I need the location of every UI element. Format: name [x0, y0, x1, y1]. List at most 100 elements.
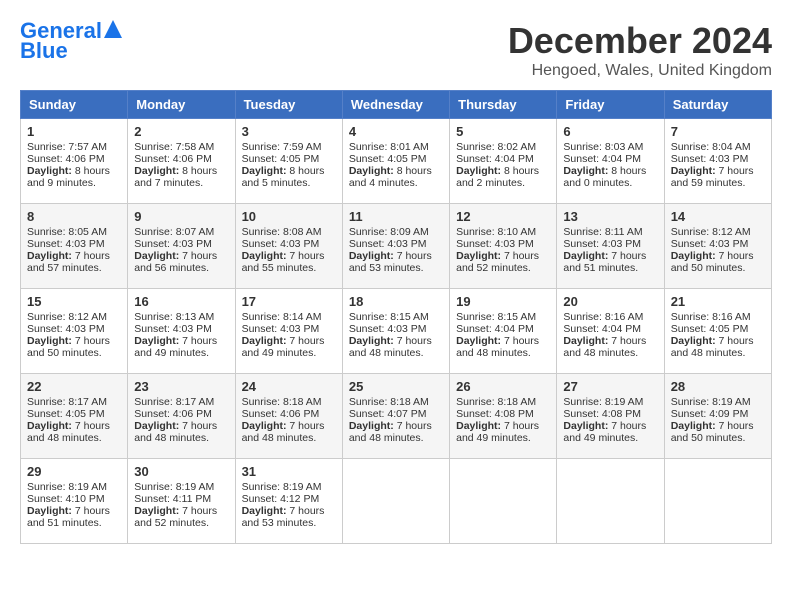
day-info-line: Sunset: 4:04 PM — [456, 323, 550, 335]
day-number: 16 — [134, 294, 228, 309]
daylight-label: Daylight: — [134, 420, 182, 432]
calendar-cell: 7Sunrise: 8:04 AMSunset: 4:03 PMDaylight… — [664, 119, 771, 204]
calendar-week-row: 8Sunrise: 8:05 AMSunset: 4:03 PMDaylight… — [21, 204, 772, 289]
day-number: 22 — [27, 379, 121, 394]
day-number: 14 — [671, 209, 765, 224]
day-info-line: Daylight: 7 hours and 48 minutes. — [27, 420, 121, 444]
day-info-line: Sunset: 4:03 PM — [27, 238, 121, 250]
day-number: 17 — [242, 294, 336, 309]
day-info-line: Daylight: 7 hours and 52 minutes. — [456, 250, 550, 274]
calendar-cell: 29Sunrise: 8:19 AMSunset: 4:10 PMDayligh… — [21, 459, 128, 544]
day-info-line: Sunset: 4:04 PM — [456, 153, 550, 165]
day-info-line: Daylight: 7 hours and 53 minutes. — [349, 250, 443, 274]
day-info-line: Sunset: 4:04 PM — [563, 323, 657, 335]
day-info-line: Sunrise: 8:16 AM — [671, 311, 765, 323]
day-number: 4 — [349, 124, 443, 139]
day-number: 12 — [456, 209, 550, 224]
day-info-line: Sunrise: 8:18 AM — [349, 396, 443, 408]
day-info-line: Daylight: 7 hours and 49 minutes. — [563, 420, 657, 444]
day-info-line: Sunset: 4:12 PM — [242, 493, 336, 505]
day-info-line: Sunrise: 8:12 AM — [27, 311, 121, 323]
day-info-line: Sunrise: 8:18 AM — [456, 396, 550, 408]
logo: General Blue — [20, 20, 122, 64]
calendar-cell: 3 Sunrise: 7:59 AMSunset: 4:05 PMDaylight… — [235, 119, 342, 204]
day-info-line: Sunrise: 8:19 AM — [27, 481, 121, 493]
day-number: 3 — [242, 124, 336, 139]
daylight-label: Daylight: — [671, 250, 719, 262]
calendar-cell: 23Sunrise: 8:17 AMSunset: 4:06 PMDayligh… — [128, 374, 235, 459]
calendar-cell: 27Sunrise: 8:19 AMSunset: 4:08 PMDayligh… — [557, 374, 664, 459]
day-info-line: Sunrise: 8:17 AM — [134, 396, 228, 408]
daylight-label: Daylight: — [134, 165, 182, 177]
day-number: 25 — [349, 379, 443, 394]
day-info-line: Daylight: 7 hours and 48 minutes. — [671, 335, 765, 359]
calendar-week-row: 15Sunrise: 8:12 AMSunset: 4:03 PMDayligh… — [21, 289, 772, 374]
day-info-line: Sunrise: 8:17 AM — [27, 396, 121, 408]
day-info-line: Sunrise: 8:13 AM — [134, 311, 228, 323]
day-info-line: Daylight: 7 hours and 55 minutes. — [242, 250, 336, 274]
day-info-line: Sunset: 4:03 PM — [671, 238, 765, 250]
calendar-cell: 17Sunrise: 8:14 AMSunset: 4:03 PMDayligh… — [235, 289, 342, 374]
day-info-line: Sunset: 4:10 PM — [27, 493, 121, 505]
calendar-cell: 16 Sunrise: 8:13 AMSunset: 4:03 PMDayligh… — [128, 289, 235, 374]
calendar-cell: 25Sunrise: 8:18 AMSunset: 4:07 PMDayligh… — [342, 374, 449, 459]
day-info-line: Sunset: 4:06 PM — [242, 408, 336, 420]
day-number: 7 — [671, 124, 765, 139]
day-info-line: Sunset: 4:06 PM — [134, 153, 228, 165]
day-number: 18 — [349, 294, 443, 309]
day-info-line: Sunrise: 7:59 AM — [242, 141, 336, 153]
day-of-week-header: Saturday — [664, 91, 771, 119]
day-info-line: Sunrise: 8:10 AM — [456, 226, 550, 238]
calendar-table: SundayMondayTuesdayWednesdayThursdayFrid… — [20, 90, 772, 544]
day-info-line: Sunset: 4:03 PM — [242, 323, 336, 335]
calendar-cell — [664, 459, 771, 544]
daylight-label: Daylight: — [671, 335, 719, 347]
day-info-line: Daylight: 7 hours and 50 minutes. — [671, 250, 765, 274]
day-info-line: Daylight: 8 hours and 5 minutes. — [242, 165, 336, 189]
day-info-line: Sunrise: 8:05 AM — [27, 226, 121, 238]
daylight-label: Daylight: — [27, 250, 75, 262]
day-number: 15 — [27, 294, 121, 309]
main-title: December 2024 — [508, 20, 772, 62]
daylight-label: Daylight: — [671, 420, 719, 432]
daylight-label: Daylight: — [456, 165, 504, 177]
day-info-line: Daylight: 8 hours and 0 minutes. — [563, 165, 657, 189]
calendar-cell: 21Sunrise: 8:16 AMSunset: 4:05 PMDayligh… — [664, 289, 771, 374]
day-number: 24 — [242, 379, 336, 394]
day-info-line: Sunset: 4:03 PM — [349, 238, 443, 250]
day-info-line: Sunset: 4:03 PM — [456, 238, 550, 250]
calendar-cell: 22Sunrise: 8:17 AMSunset: 4:05 PMDayligh… — [21, 374, 128, 459]
day-number: 27 — [563, 379, 657, 394]
day-info-line: Daylight: 7 hours and 49 minutes. — [134, 335, 228, 359]
day-info-line: Sunrise: 8:04 AM — [671, 141, 765, 153]
day-info-line: Daylight: 7 hours and 51 minutes. — [27, 505, 121, 529]
day-of-week-header: Sunday — [21, 91, 128, 119]
day-info-line: Sunset: 4:05 PM — [242, 153, 336, 165]
day-info-line: Daylight: 7 hours and 48 minutes. — [242, 420, 336, 444]
day-info-line: Sunrise: 8:15 AM — [456, 311, 550, 323]
day-info-line: Sunrise: 8:07 AM — [134, 226, 228, 238]
calendar-cell: 6Sunrise: 8:03 AMSunset: 4:04 PMDaylight… — [557, 119, 664, 204]
daylight-label: Daylight: — [27, 335, 75, 347]
day-info-line: Sunset: 4:03 PM — [134, 323, 228, 335]
day-number: 8 — [27, 209, 121, 224]
day-info-line: Daylight: 7 hours and 48 minutes. — [563, 335, 657, 359]
calendar-cell: 13Sunrise: 8:11 AMSunset: 4:03 PMDayligh… — [557, 204, 664, 289]
day-info-line: Daylight: 7 hours and 56 minutes. — [134, 250, 228, 274]
calendar-cell: 18 Sunrise: 8:15 AMSunset: 4:03 PMDayligh… — [342, 289, 449, 374]
day-info-line: Daylight: 7 hours and 48 minutes. — [349, 335, 443, 359]
day-info-line: Sunrise: 7:57 AM — [27, 141, 121, 153]
calendar-cell: 30Sunrise: 8:19 AMSunset: 4:11 PMDayligh… — [128, 459, 235, 544]
day-info-line: Daylight: 7 hours and 48 minutes. — [349, 420, 443, 444]
day-number: 28 — [671, 379, 765, 394]
day-info-line: Sunrise: 8:01 AM — [349, 141, 443, 153]
calendar-cell: 5Sunrise: 8:02 AMSunset: 4:04 PMDaylight… — [450, 119, 557, 204]
calendar-cell: 11Sunrise: 8:09 AMSunset: 4:03 PMDayligh… — [342, 204, 449, 289]
day-of-week-header: Wednesday — [342, 91, 449, 119]
daylight-label: Daylight: — [349, 420, 397, 432]
day-info-line: Sunset: 4:03 PM — [349, 323, 443, 335]
calendar-cell: 31Sunrise: 8:19 AMSunset: 4:12 PMDayligh… — [235, 459, 342, 544]
day-info-line: Sunrise: 8:15 AM — [349, 311, 443, 323]
day-number: 11 — [349, 209, 443, 224]
calendar-cell: 8 Sunrise: 8:05 AMSunset: 4:03 PMDaylight… — [21, 204, 128, 289]
